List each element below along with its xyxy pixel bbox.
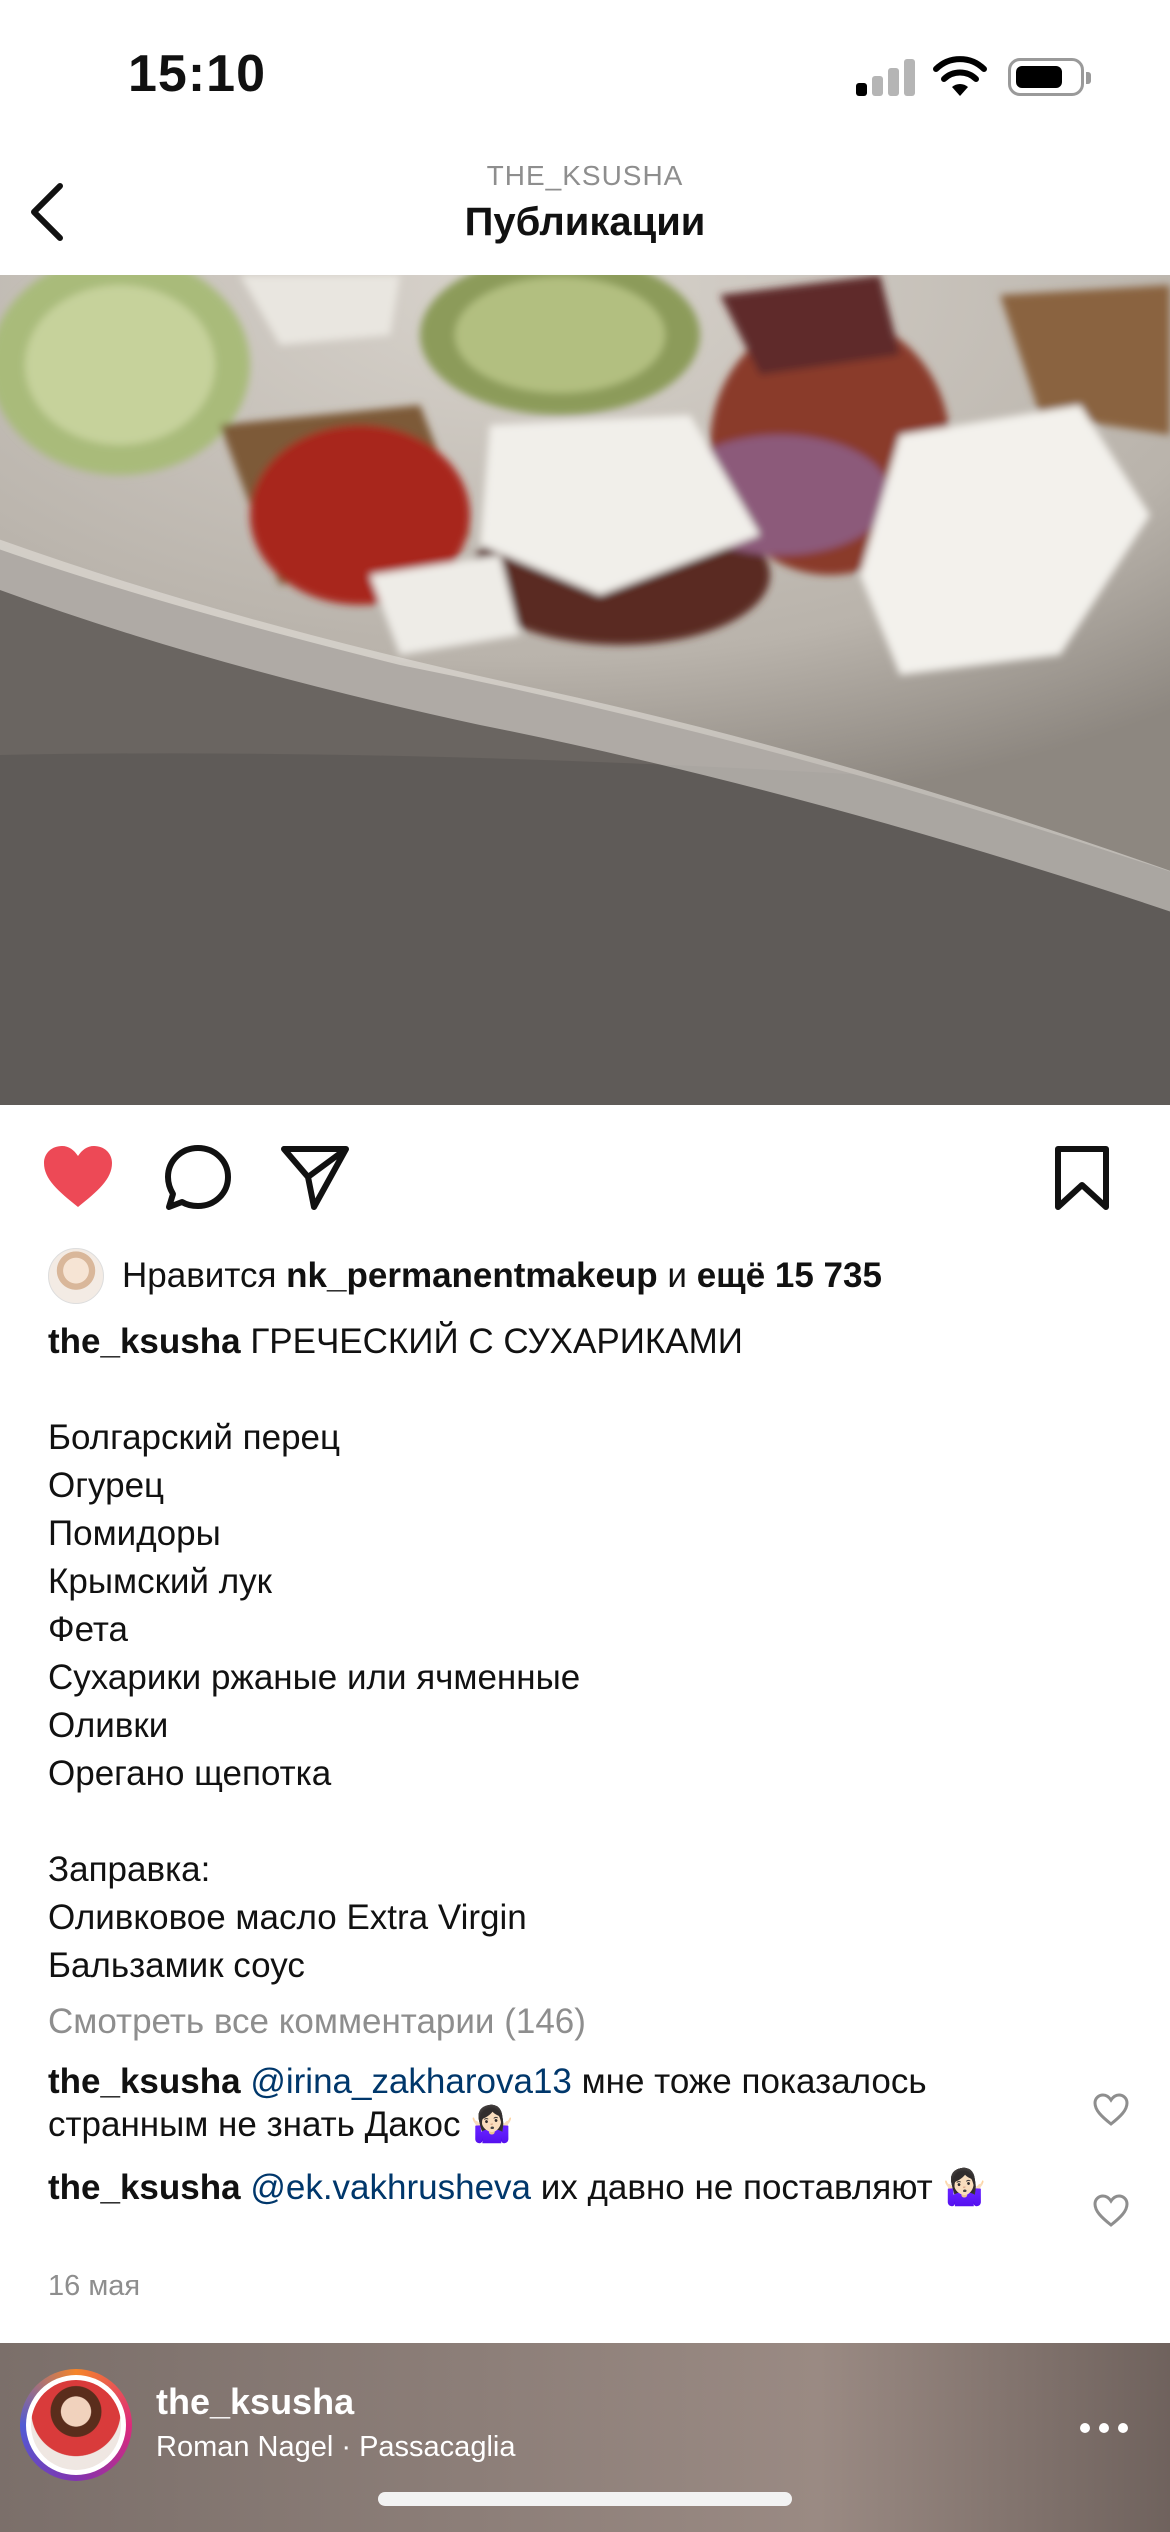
post-caption: the_ksusha ГРЕЧЕСКИЙ С СУХАРИКАМИ Болгар…	[48, 1318, 1108, 1990]
comment-heart-icon[interactable]	[1092, 2093, 1130, 2127]
comment-item: the_ksusha @ek.vakhrusheva их давно не п…	[48, 2166, 1048, 2209]
view-all-comments-link[interactable]: Смотреть все комментарии (146)	[48, 2002, 586, 2042]
wifi-icon	[933, 56, 987, 96]
post-date: 16 мая	[48, 2270, 141, 2302]
caption-ingredient: Фета	[48, 1610, 129, 1649]
battery-icon	[1008, 58, 1091, 96]
caption-author[interactable]: the_ksusha	[48, 1322, 241, 1361]
caption-ingredient: Помидоры	[48, 1514, 221, 1553]
nav-header: THE_KSUSHA Публикации	[0, 150, 1170, 276]
caption-title: ГРЕЧЕСКИЙ С СУХАРИКАМИ	[240, 1322, 743, 1361]
caption-dressing-item: Оливковое масло Extra Virgin	[48, 1898, 527, 1937]
likes-prefix: Нравится	[122, 1256, 287, 1295]
player-avatar[interactable]	[20, 2369, 132, 2481]
post-photo[interactable]	[0, 275, 1170, 1105]
cellular-signal-icon	[856, 56, 916, 96]
caption-ingredient: Крымский лук	[48, 1562, 272, 1601]
comment-item: the_ksusha @irina_zakharova13 мне тоже п…	[48, 2060, 1048, 2146]
comment-author[interactable]: the_ksusha	[48, 2062, 241, 2101]
share-button[interactable]	[280, 1143, 350, 1213]
caption-title-line: the_ksusha ГРЕЧЕСКИЙ С СУХАРИКАМИ	[48, 1318, 1108, 1366]
mini-player[interactable]: the_ksusha Roman Nagel · Passacaglia	[0, 2343, 1170, 2532]
home-indicator	[378, 2492, 792, 2506]
player-track-info[interactable]: Roman Nagel · Passacaglia	[156, 2431, 515, 2464]
caption-ingredient: Сухарики ржаные или ячменные	[48, 1658, 581, 1697]
profile-username[interactable]: THE_KSUSHA	[0, 160, 1170, 192]
caption-ingredient: Орегано щепотка	[48, 1754, 332, 1793]
caption-dressing-item: Бальзамик соус	[48, 1946, 305, 1985]
liker-username[interactable]: nk_permanentmakeup	[286, 1256, 658, 1296]
post-action-bar	[0, 1105, 1170, 1250]
comment-text: их давно не поставляют 🤷🏻‍♀️	[531, 2168, 987, 2207]
comment-button[interactable]	[163, 1143, 233, 1213]
likes-row[interactable]: Нравится nk_permanentmakeup и ещё 15 735	[48, 1248, 882, 1304]
comment-heart-icon[interactable]	[1092, 2194, 1130, 2228]
save-button[interactable]	[1052, 1145, 1112, 1211]
caption-ingredient: Оливки	[48, 1706, 169, 1745]
more-options-icon[interactable]	[1074, 2413, 1134, 2443]
page-title: Публикации	[464, 200, 706, 244]
player-username[interactable]: the_ksusha	[156, 2381, 354, 2423]
like-button[interactable]	[40, 1143, 116, 1211]
caption-ingredient: Болгарский перец	[48, 1418, 341, 1457]
caption-dressing-title: Заправка:	[48, 1850, 211, 1889]
caption-ingredient: Огурец	[48, 1466, 165, 1505]
status-bar: 15:10	[0, 0, 1170, 150]
comment-author[interactable]: the_ksusha	[48, 2168, 241, 2207]
likes-connector: и	[657, 1256, 697, 1295]
salad-photo	[0, 275, 1170, 1105]
comment-mention[interactable]: @ek.vakhrusheva	[250, 2168, 531, 2207]
comment-mention[interactable]: @irina_zakharova13	[250, 2062, 572, 2101]
likes-count[interactable]: ещё 15 735	[697, 1256, 882, 1296]
liker-avatar[interactable]	[48, 1248, 104, 1304]
status-time: 15:10	[128, 45, 266, 103]
